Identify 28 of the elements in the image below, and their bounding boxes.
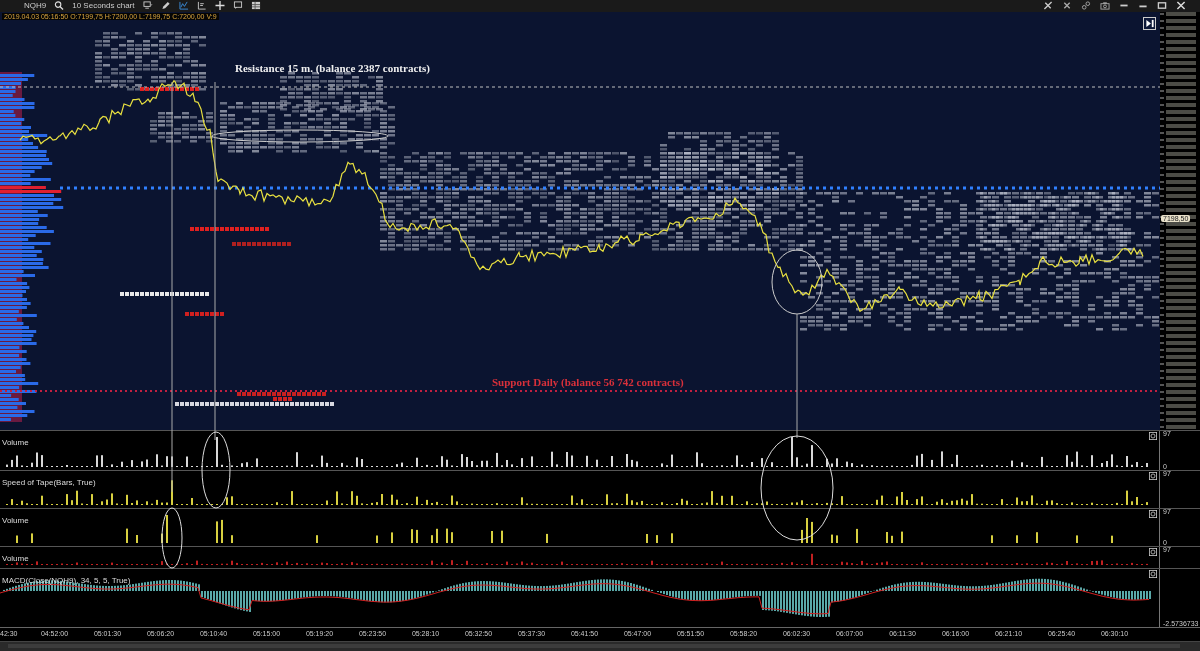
close-icon[interactable] <box>1176 1 1186 11</box>
panel-title: Volume <box>1 436 30 449</box>
crosshair-icon[interactable] <box>214 1 225 11</box>
resistance-label: Resistance 15 m. (balance 2387 contracts) <box>235 61 430 74</box>
line-chart-icon[interactable] <box>178 1 189 11</box>
scrollbar[interactable] <box>0 641 1200 651</box>
support-label: Support Daily (balance 56 742 contracts) <box>492 375 684 388</box>
panel-title: Volume <box>1 552 30 565</box>
skip-icon <box>1144 18 1155 28</box>
search-icon[interactable] <box>54 1 65 11</box>
panel-title: Volume <box>1 514 30 527</box>
expand-button[interactable] <box>1143 16 1156 30</box>
interval-dropdown[interactable]: 10 Seconds chart <box>72 1 135 11</box>
table-icon[interactable] <box>250 1 261 11</box>
maximize-icon[interactable] <box>1157 1 1167 11</box>
monitor-icon[interactable] <box>142 1 153 11</box>
close-icon[interactable] <box>1149 569 1158 578</box>
panel-title: MACD(Close(NQH9), 34, 5, 5, True) <box>1 574 132 587</box>
close-icon[interactable] <box>1149 471 1158 480</box>
close-icon[interactable] <box>1149 431 1158 440</box>
close-icon[interactable] <box>1149 547 1158 556</box>
symbol-label[interactable]: NQH9 <box>24 1 47 11</box>
comment-icon[interactable] <box>232 1 243 11</box>
camera-icon[interactable] <box>1100 1 1110 11</box>
axes-icon[interactable] <box>196 1 207 11</box>
close-icon[interactable] <box>1149 509 1158 518</box>
panel-title: Speed of Tape(Bars, True) <box>1 476 97 489</box>
highlight-ellipse <box>771 249 823 315</box>
